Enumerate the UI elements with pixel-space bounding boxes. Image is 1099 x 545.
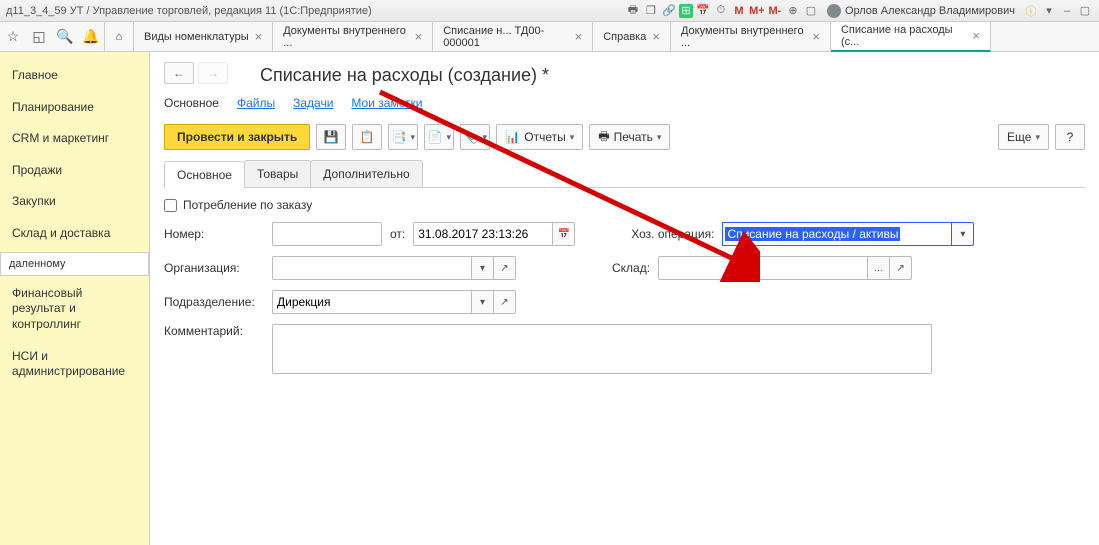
sidebar-item[interactable]: Финансовый результат и контроллинг (0, 278, 149, 341)
dropdown-icon[interactable]: ▾ (1041, 3, 1057, 19)
tab-item[interactable]: Документы внутреннего ...× (671, 22, 831, 52)
reports-button[interactable]: 📊 Отчеты ▾ (496, 124, 583, 150)
close-icon[interactable]: × (575, 29, 583, 44)
close-icon[interactable]: × (972, 28, 980, 43)
create-based-button[interactable]: 📄▾ (424, 124, 454, 150)
date-field[interactable] (413, 222, 553, 246)
dropdown-icon[interactable]: ▾ (472, 256, 494, 280)
label-comment: Комментарий: (164, 324, 264, 338)
sidebar-item[interactable]: Склад и доставка (0, 218, 149, 250)
bell-icon[interactable]: 🔔 (78, 24, 104, 50)
subtab-main[interactable]: Основное (164, 161, 245, 188)
calendar-icon[interactable]: 📅 (553, 222, 575, 246)
consume-by-order-checkbox[interactable] (164, 199, 177, 212)
subtab-additional[interactable]: Дополнительно (310, 160, 422, 187)
m-label[interactable]: M (731, 3, 747, 19)
link-main[interactable]: Основное (164, 96, 219, 110)
clock-icon[interactable]: ⏱ (713, 3, 729, 19)
search-icon[interactable]: 🔍 (52, 24, 78, 50)
sub-tabs: Основное Товары Дополнительно (164, 160, 1085, 188)
label-division: Подразделение: (164, 295, 264, 309)
sidebar-item[interactable]: Продажи (0, 155, 149, 187)
open-icon[interactable]: ↗ (494, 290, 516, 314)
forward-button[interactable]: → (198, 62, 228, 84)
target-icon[interactable]: ⊕ (785, 3, 801, 19)
label-organization: Организация: (164, 261, 264, 275)
more-button[interactable]: Еще ▾ (998, 124, 1049, 150)
copy-icon[interactable]: ❐ (643, 3, 659, 19)
sidebar-item-collapsed[interactable]: даленному (0, 252, 149, 276)
titlebar-actions: 🖶 ❐ 🔗 ⊞ 📅 ⏱ M M+ M- ⊕ ▢ Орлов Александр … (625, 3, 1093, 19)
minimize-icon[interactable]: – (1059, 3, 1075, 19)
post-button[interactable]: 📋 (352, 124, 382, 150)
ellipsis-icon[interactable]: … (868, 256, 890, 280)
structure-button[interactable]: 📑▾ (388, 124, 418, 150)
label-number: Номер: (164, 227, 264, 241)
comment-field[interactable] (272, 324, 932, 374)
user-name: Орлов Александр Владимирович (845, 5, 1015, 17)
sidebar-item[interactable]: Планирование (0, 92, 149, 124)
m-plus-label[interactable]: M+ (749, 3, 765, 19)
open-icon[interactable]: ↗ (890, 256, 912, 280)
subtab-goods[interactable]: Товары (244, 160, 311, 187)
home-tab[interactable]: ⌂ (104, 22, 134, 52)
link-files[interactable]: Файлы (237, 96, 275, 110)
m-minus-label[interactable]: M- (767, 3, 783, 19)
back-button[interactable]: ← (164, 62, 194, 84)
sidebar: Главное Планирование CRM и маркетинг Про… (0, 52, 150, 545)
sidebar-item[interactable]: НСИ и администрирование (0, 341, 149, 388)
tab-item[interactable]: Списание н... ТД00-000001× (433, 22, 593, 52)
warehouse-field[interactable] (658, 256, 868, 280)
sidebar-item[interactable]: Закупки (0, 186, 149, 218)
info-icon[interactable]: ⓘ (1023, 3, 1039, 19)
link-icon[interactable]: 🔗 (661, 3, 677, 19)
title-bar: д11_3_4_59 УТ / Управление торговлей, ре… (0, 0, 1099, 22)
sidebar-item[interactable]: CRM и маркетинг (0, 123, 149, 155)
maximize-icon[interactable]: ▢ (1077, 3, 1093, 19)
division-field[interactable] (272, 290, 472, 314)
post-and-close-button[interactable]: Провести и закрыть (164, 124, 310, 150)
label-operation: Хоз. операция: (631, 227, 714, 241)
print-icon[interactable]: 🖶 (625, 3, 641, 19)
close-icon[interactable]: × (652, 29, 660, 44)
number-field[interactable] (272, 222, 382, 246)
save-button[interactable]: 💾 (316, 124, 346, 150)
tab-item[interactable]: Виды номенклатуры× (134, 22, 273, 52)
tab-item-active[interactable]: Списание на расходы (с...× (831, 22, 991, 52)
consume-by-order-label: Потребление по заказу (183, 198, 312, 212)
tab-item[interactable]: Документы внутреннего ...× (273, 22, 433, 52)
box-icon[interactable]: ▢ (803, 3, 819, 19)
top-toolbar: ☆ ◱ 🔍 🔔 ⌂ Виды номенклатуры× Документы в… (0, 22, 1099, 52)
close-icon[interactable]: × (255, 29, 263, 44)
content-area: ← → Списание на расходы (создание) * Осн… (150, 52, 1099, 545)
label-from: от: (390, 227, 405, 241)
organization-field[interactable] (272, 256, 472, 280)
calendar-icon[interactable]: 📅 (695, 3, 711, 19)
sidebar-item[interactable]: Главное (0, 60, 149, 92)
page-title: Списание на расходы (создание) * (260, 65, 549, 86)
dropdown-icon[interactable]: ▾ (472, 290, 494, 314)
link-tasks[interactable]: Задачи (293, 96, 333, 110)
calc-icon[interactable]: ⊞ (679, 4, 693, 18)
avatar (827, 4, 841, 18)
attach-button[interactable]: 📎▾ (460, 124, 490, 150)
open-icon[interactable]: ↗ (494, 256, 516, 280)
help-button[interactable]: ? (1055, 124, 1085, 150)
window-title: д11_3_4_59 УТ / Управление торговлей, ре… (6, 5, 372, 17)
window-icon[interactable]: ◱ (26, 24, 52, 50)
tab-item[interactable]: Справка× (593, 22, 671, 52)
user-chip[interactable]: Орлов Александр Владимирович (821, 4, 1021, 18)
label-warehouse: Склад: (612, 261, 650, 275)
print-button[interactable]: 🖶 Печать ▾ (589, 124, 670, 150)
dropdown-icon[interactable]: ▾ (952, 222, 974, 246)
star-icon[interactable]: ☆ (0, 24, 26, 50)
close-icon[interactable]: × (415, 29, 423, 44)
close-icon[interactable]: × (812, 29, 820, 44)
operation-field[interactable]: Списание на расходы / активы (722, 222, 952, 246)
link-notes[interactable]: Мои заметки (351, 96, 422, 110)
section-links: Основное Файлы Задачи Мои заметки (164, 96, 1085, 110)
